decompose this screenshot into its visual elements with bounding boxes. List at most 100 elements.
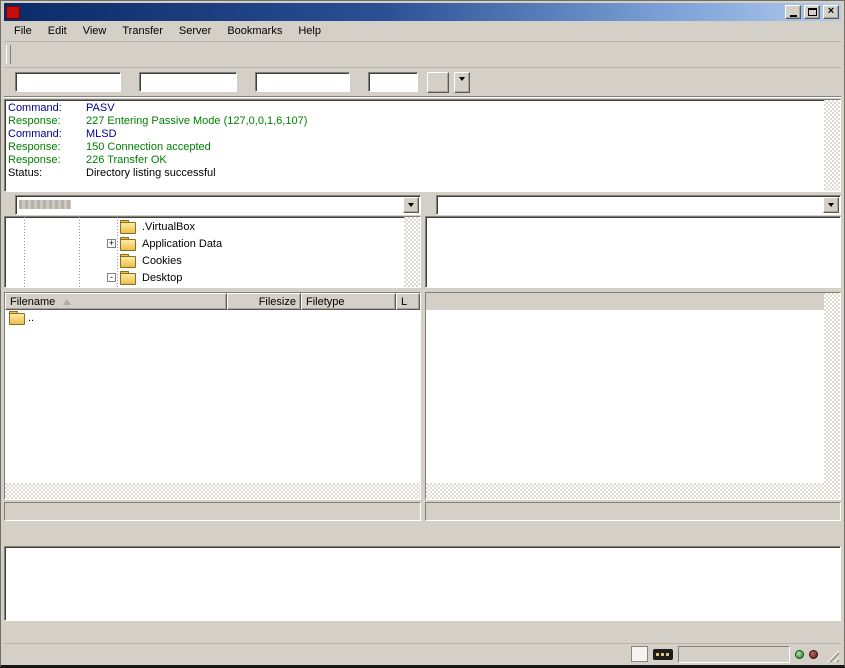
- titlebar[interactable]: ×: [4, 3, 841, 21]
- log-line-text: Directory listing successful: [86, 167, 216, 180]
- status-bar: [4, 643, 841, 664]
- tree-item[interactable]: + Application Data: [5, 235, 404, 252]
- redacted-username: [19, 200, 71, 209]
- menu-item[interactable]: Server: [171, 22, 219, 41]
- log-line: Command: MLSD: [8, 128, 824, 141]
- local-tree-items: .VirtualBox + Application Data: [5, 217, 404, 287]
- log-line-label: Response:: [8, 141, 86, 154]
- tree-item[interactable]: - Desktop: [5, 269, 404, 286]
- send-led-icon: [809, 650, 818, 659]
- message-log-lines: Command: PASV Response: 227 Entering Pas…: [5, 100, 824, 191]
- remote-site-combobox[interactable]: [436, 195, 841, 215]
- host-input[interactable]: [15, 72, 121, 92]
- local-tree: .VirtualBox + Application Data: [4, 216, 421, 288]
- folder-icon: [120, 220, 136, 234]
- tree-item-label: Desktop: [139, 272, 185, 284]
- tree-guide: [79, 217, 80, 287]
- password-input[interactable]: [255, 72, 350, 92]
- local-file-rows: ..: [5, 310, 420, 483]
- log-line: Command: PASV: [8, 102, 824, 115]
- folder-icon: [120, 254, 136, 268]
- chevron-down-icon: [828, 203, 834, 210]
- menu-item[interactable]: Edit: [40, 22, 75, 41]
- column-header[interactable]: L: [396, 293, 420, 310]
- column-header[interactable]: Filetype: [301, 293, 396, 310]
- tree-guide: [24, 217, 25, 287]
- queue-status: [678, 646, 790, 663]
- remote-list-scrollbar[interactable]: [824, 293, 840, 483]
- remote-file-list: [425, 292, 841, 500]
- menu-item[interactable]: File: [6, 22, 40, 41]
- remote-file-rows: [426, 310, 824, 483]
- tree-item[interactable]: Cookies: [5, 252, 404, 269]
- folder-icon: [120, 271, 136, 285]
- recv-led-icon: [795, 650, 804, 659]
- tree-item-label: .VirtualBox: [139, 221, 198, 233]
- sort-asc-icon: [63, 295, 71, 305]
- file-row[interactable]: ..: [5, 310, 420, 326]
- remote-list-hscrollbar[interactable]: [426, 483, 840, 499]
- close-icon: ×: [828, 6, 834, 17]
- log-line: Response: 150 Connection accepted: [8, 141, 824, 154]
- quickconnect-dropdown-button[interactable]: [454, 72, 470, 93]
- log-line: Response: 226 Transfer OK: [8, 154, 824, 167]
- maximize-icon: [808, 8, 817, 16]
- quickconnect-button[interactable]: [427, 72, 449, 93]
- toolbar: [4, 42, 841, 68]
- remote-pane: [425, 194, 841, 523]
- folder-icon: [9, 311, 25, 325]
- filezilla-window: × FileEditViewTransferServerBookmarksHel…: [0, 0, 845, 668]
- local-list-hscrollbar[interactable]: [5, 483, 420, 499]
- remote-site-dropdown-button[interactable]: [823, 197, 839, 213]
- log-line-label: Command:: [8, 128, 86, 141]
- log-line-text: 227 Entering Passive Mode (127,0,0,1,6,1…: [86, 115, 307, 128]
- log-line-label: Command:: [8, 102, 86, 115]
- maximize-button[interactable]: [804, 5, 820, 19]
- column-header[interactable]: Filename: [5, 293, 227, 310]
- log-line-label: Response:: [8, 115, 86, 128]
- chevron-down-icon: [408, 203, 414, 210]
- ascii-transfer-type-icon[interactable]: [631, 646, 648, 662]
- local-pane: .VirtualBox + Application Data: [4, 194, 421, 523]
- menu-item[interactable]: Transfer: [114, 22, 171, 41]
- resize-grip[interactable]: [826, 649, 839, 662]
- message-log-scrollbar[interactable]: [824, 100, 840, 191]
- log-line: Status: Directory listing successful: [8, 167, 824, 180]
- username-input[interactable]: [139, 72, 237, 92]
- tree-expander[interactable]: -: [107, 273, 116, 282]
- local-site-combobox[interactable]: [15, 195, 421, 215]
- filezilla-logo-icon: [6, 6, 20, 19]
- tree-item-label: Cookies: [139, 255, 185, 267]
- tree-expander[interactable]: +: [107, 239, 116, 248]
- log-line: Response: 227 Entering Passive Mode (127…: [8, 115, 824, 128]
- local-path: [19, 199, 401, 211]
- log-line-text: 150 Connection accepted: [86, 141, 211, 154]
- menu-item[interactable]: View: [75, 22, 115, 41]
- remote-tree: [425, 216, 841, 288]
- local-site-dropdown-button[interactable]: [403, 197, 419, 213]
- local-file-list: Filename Filesize Filetype L: [4, 292, 421, 500]
- chevron-down-icon: [459, 77, 465, 84]
- local-list-header: Filename Filesize Filetype L: [5, 293, 420, 310]
- remote-list-header: [426, 293, 824, 310]
- log-line-text: 226 Transfer OK: [86, 154, 167, 167]
- tree-item[interactable]: .VirtualBox: [5, 218, 404, 235]
- log-line-label: Response:: [8, 154, 86, 167]
- close-button[interactable]: ×: [823, 5, 839, 19]
- file-name: ..: [28, 312, 34, 324]
- log-line-text: PASV: [86, 102, 115, 115]
- menu-item[interactable]: Bookmarks: [219, 22, 290, 41]
- minimize-icon: [790, 15, 797, 17]
- queue-tabs: [4, 621, 841, 641]
- minimize-button[interactable]: [785, 5, 801, 19]
- remote-tree-items: [426, 217, 840, 287]
- column-header[interactable]: Filesize: [227, 293, 301, 310]
- port-input[interactable]: [368, 72, 418, 92]
- indicator-badge-icon[interactable]: [653, 649, 673, 660]
- menu-item[interactable]: Help: [290, 22, 329, 41]
- menu-bar: FileEditViewTransferServerBookmarksHelp: [4, 21, 841, 42]
- local-tree-scrollbar[interactable]: [404, 217, 420, 287]
- remote-status-text: [425, 502, 841, 521]
- queue-list-area[interactable]: [4, 546, 841, 621]
- log-line-label: Status:: [8, 167, 86, 180]
